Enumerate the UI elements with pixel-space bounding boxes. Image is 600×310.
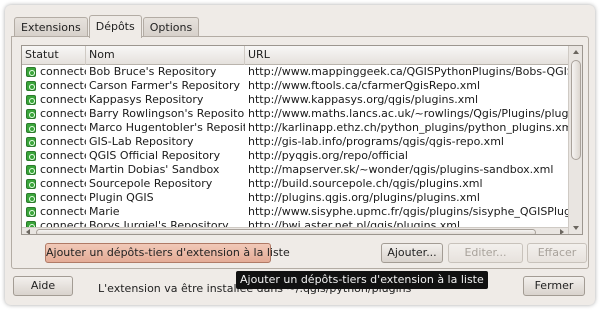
url-cell: http://www.sisyphe.upmc.fr/qgis/plugins/… [248, 205, 568, 218]
connected-status-icon [26, 67, 36, 77]
add-third-party-repos-button[interactable]: Ajouter un dépôts-tiers d'extension à la… [45, 243, 290, 263]
connected-status-icon [26, 123, 36, 133]
url-cell: http://gis-lab.info/programs/qgis/qgis-r… [248, 135, 504, 148]
status-cell: connecté [40, 219, 86, 227]
horizontal-scrollbar[interactable] [22, 227, 568, 234]
plugin-installer-window: Extensions Dépôts Options Statut Nom URL… [5, 5, 595, 305]
url-cell: http://karlinapp.ethz.ch/python_plugins/… [248, 121, 568, 134]
column-header-url[interactable]: URL [245, 46, 568, 65]
add-repository-button[interactable]: Ajouter... [381, 243, 443, 263]
name-cell: QGIS Official Repository [89, 149, 221, 162]
tab-extensions[interactable]: Extensions [14, 17, 88, 37]
tooltip: Ajouter un dépôts-tiers d'extension à la… [236, 271, 488, 289]
connected-status-icon [26, 207, 36, 217]
connected-status-icon [26, 193, 36, 203]
table-row[interactable]: connecté QGIS Official Repository http://p… [22, 149, 568, 163]
name-cell: Barry Rowlingson's Repository [89, 107, 245, 120]
connected-status-icon [26, 95, 36, 105]
status-cell: connecté [40, 135, 86, 148]
name-cell: Bob Bruce's Repository [89, 65, 217, 78]
url-cell: http://www.ftools.ca/cfarmerQgisRepo.xml [248, 79, 481, 92]
name-cell: Sourcepole Repository [89, 177, 213, 190]
delete-repository-button[interactable]: Effacer [527, 243, 587, 263]
table-row[interactable]: connecté Carson Farmer's Repository http:/… [22, 79, 568, 93]
status-cell: connecté [40, 93, 86, 106]
name-cell: Marco Hugentobler's Repository [89, 121, 245, 134]
name-cell: Borys Jurgiel's Repository [89, 219, 229, 227]
repositories-table: Statut Nom URL connecté Bob Bruce's Repos… [21, 45, 583, 235]
status-cell: connecté [40, 65, 86, 78]
name-cell: Carson Farmer's Repository [89, 79, 241, 92]
table-body: connecté Bob Bruce's Repository http://www… [22, 65, 568, 227]
vertical-scroll-thumb[interactable] [571, 60, 581, 160]
status-cell: connecté [40, 107, 86, 120]
edit-repository-button[interactable]: Editer... [448, 243, 523, 263]
table-row[interactable]: connectéMarco Hugentobler's Repositoryht… [22, 121, 568, 135]
status-cell: connecté [40, 163, 86, 176]
name-cell: Martin Dobias' Sandbox [89, 163, 220, 176]
table-header: Statut Nom URL [22, 46, 568, 65]
table-row[interactable]: connecté Martin Dobias' Sandbox http://map… [22, 163, 568, 177]
status-cell: connecté [40, 205, 86, 218]
connected-status-icon [26, 165, 36, 175]
table-row[interactable]: connecté GIS-Lab Repository http://gis-lab… [22, 135, 568, 149]
tab-options[interactable]: Options [142, 17, 200, 37]
help-button[interactable]: Aide [13, 276, 73, 296]
name-cell: Marie [89, 205, 120, 218]
status-cell: connecté [40, 191, 86, 204]
url-cell: http://plugins.qgis.org/plugins/plugins.… [248, 191, 480, 204]
connected-status-icon [26, 81, 36, 91]
status-cell: connecté [40, 79, 86, 92]
url-cell: http://build.sourcepole.ch/qgis/plugins.… [248, 177, 483, 190]
table-row[interactable]: connecté Bob Bruce's Repository http://www… [22, 65, 568, 79]
table-row[interactable]: connecté Sourcepole Repository http://buil… [22, 177, 568, 191]
url-cell: http://www.kappasys.org/qgis/plugins.xml [248, 93, 479, 106]
status-cell: connecté [40, 149, 86, 162]
connected-status-icon [26, 151, 36, 161]
scroll-right-arrow-icon[interactable] [560, 229, 564, 234]
scroll-down-arrow-icon[interactable] [573, 226, 579, 230]
connected-status-icon [26, 137, 36, 147]
table-row[interactable]: connecté Marie http://www.sisyphe.upmc.fr/… [22, 205, 568, 219]
url-cell: http://www.mappinggeek.ca/QGISPythonPlug… [248, 65, 568, 78]
tab-repositories[interactable]: Dépôts [88, 15, 142, 38]
table-row[interactable]: connecté Borys Jurgiel's Repository http:/… [22, 219, 568, 227]
name-cell: Kappasys Repository [89, 93, 204, 106]
url-cell: http://mapserver.sk/~wonder/qgis/plugins… [248, 163, 554, 176]
tab-bar: Extensions Dépôts Options [14, 13, 200, 38]
scroll-left-arrow-icon[interactable] [26, 229, 30, 234]
status-cell: connecté [40, 121, 86, 134]
url-cell: http://bwj.aster.net.pl/qgis/plugins.xml [248, 219, 461, 227]
connected-status-icon [26, 179, 36, 189]
scroll-up-arrow-icon[interactable] [573, 50, 579, 54]
table-row[interactable]: connecté Plugin QGIS http://plugins.qgis.o… [22, 191, 568, 205]
connected-status-icon [26, 109, 36, 119]
horizontal-scroll-thumb[interactable] [36, 229, 536, 234]
column-header-name[interactable]: Nom [86, 46, 245, 65]
table-row[interactable]: connecté Barry Rowlingson's Repository htt… [22, 107, 568, 121]
vertical-scrollbar[interactable] [568, 46, 582, 234]
url-cell: http://pyqgis.org/repo/official [248, 149, 408, 162]
url-cell: http://www.maths.lancs.ac.uk/~rowlings/Q… [248, 107, 568, 120]
status-cell: connecté [40, 177, 86, 190]
close-button[interactable]: Fermer [523, 276, 585, 296]
name-cell: Plugin QGIS [89, 191, 154, 204]
table-row[interactable]: connecté Kappasys Repository http://www.ka… [22, 93, 568, 107]
name-cell: GIS-Lab Repository [89, 135, 194, 148]
column-header-status[interactable]: Statut [22, 46, 86, 65]
